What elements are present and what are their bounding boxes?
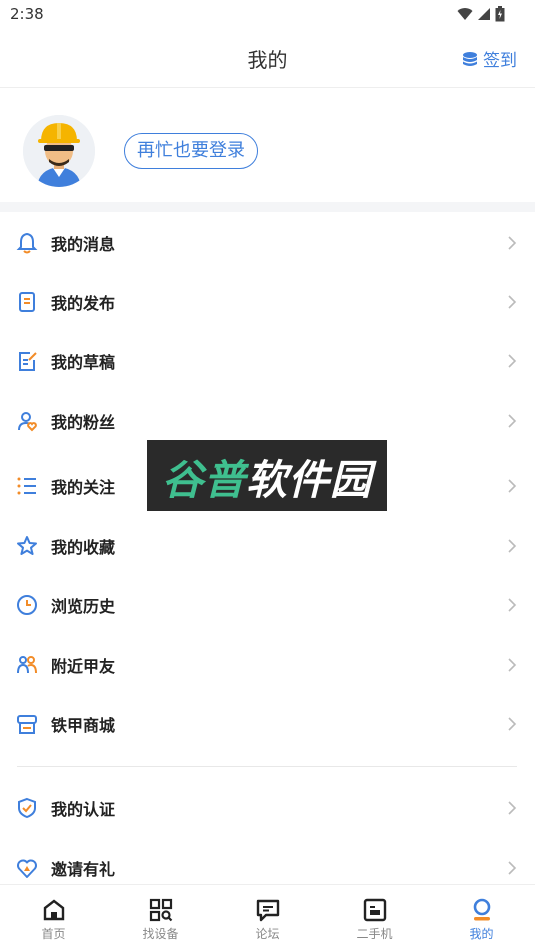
clock-icon xyxy=(17,595,37,615)
nav-used-machines[interactable]: 二手机 xyxy=(321,885,428,951)
chevron-right-icon xyxy=(508,479,517,493)
chevron-right-icon xyxy=(508,354,517,368)
shield-check-icon xyxy=(18,797,36,819)
menu-item-drafts[interactable]: 我的草稿 xyxy=(0,331,535,390)
wifi-icon xyxy=(457,8,473,20)
chevron-right-icon xyxy=(508,414,517,428)
status-bar: 2:38 xyxy=(0,0,535,30)
nav-label: 找设备 xyxy=(142,927,179,941)
store-icon xyxy=(17,715,37,734)
menu-label: 铁甲商城 xyxy=(51,716,116,735)
bottom-nav: 首页 找设备 论坛 二手机 我的 xyxy=(0,884,535,951)
menu-label: 我的草稿 xyxy=(51,353,116,372)
checkin-label: 签到 xyxy=(483,51,517,71)
chevron-right-icon xyxy=(508,861,517,875)
watermark: 谷普 软件园 xyxy=(147,440,387,511)
nav-mine[interactable]: 我的 xyxy=(428,885,535,951)
document-icon xyxy=(19,292,35,312)
battery-icon xyxy=(495,6,505,22)
status-icons xyxy=(457,6,505,22)
bell-icon xyxy=(16,232,38,254)
menu-label: 我的发布 xyxy=(51,294,116,313)
nav-label: 二手机 xyxy=(356,927,393,941)
page-title: 我的 xyxy=(247,48,288,72)
menu-label: 邀请有礼 xyxy=(51,860,116,879)
machine-card-icon xyxy=(363,898,387,922)
chevron-right-icon xyxy=(508,801,517,815)
section-divider-band xyxy=(0,202,535,212)
menu-item-mall[interactable]: 铁甲商城 xyxy=(0,694,535,753)
nav-home[interactable]: 首页 xyxy=(0,885,107,951)
chevron-right-icon xyxy=(508,236,517,250)
signal-icon xyxy=(478,8,490,20)
login-button[interactable]: 再忙也要登录 xyxy=(124,133,258,169)
chevron-right-icon xyxy=(508,658,517,672)
status-time: 2:38 xyxy=(10,5,44,23)
profile-section: 再忙也要登录 xyxy=(0,89,535,202)
nav-label: 首页 xyxy=(41,927,66,941)
people-icon xyxy=(17,656,37,674)
menu-label: 附近甲友 xyxy=(51,657,116,676)
profile-icon xyxy=(473,898,491,921)
chevron-right-icon xyxy=(508,295,517,309)
menu-label: 我的认证 xyxy=(51,800,116,819)
header: 我的 签到 xyxy=(0,30,535,88)
chevron-right-icon xyxy=(508,539,517,553)
menu-label: 我的关注 xyxy=(51,478,116,497)
nav-label: 我的 xyxy=(469,927,494,941)
menu-item-posts[interactable]: 我的发布 xyxy=(0,272,535,331)
chevron-right-icon xyxy=(508,598,517,612)
menu-item-favorites[interactable]: 我的收藏 xyxy=(0,516,535,575)
star-icon xyxy=(17,536,37,555)
menu-divider xyxy=(17,766,517,767)
edit-icon xyxy=(19,352,37,371)
watermark-text-part1: 谷普 xyxy=(162,455,246,504)
nav-forum[interactable]: 论坛 xyxy=(214,885,321,951)
worker-avatar-icon xyxy=(23,115,95,187)
menu-label: 我的粉丝 xyxy=(51,413,116,432)
list-icon xyxy=(17,477,36,495)
screen: 2:38 我的 签到 再忙也要登录 我的消息 我的发布 我的草稿 我的粉丝 我的… xyxy=(0,0,535,951)
chat-icon xyxy=(256,899,280,922)
watermark-text-part2: 软件园 xyxy=(246,455,372,504)
home-icon xyxy=(43,899,65,921)
heart-icon xyxy=(17,859,37,878)
coins-icon xyxy=(463,51,477,66)
menu-item-nearby[interactable]: 附近甲友 xyxy=(0,635,535,694)
menu-item-history[interactable]: 浏览历史 xyxy=(0,575,535,634)
grid-search-icon xyxy=(149,898,173,922)
checkin-button[interactable]: 签到 xyxy=(462,46,517,71)
menu-label: 浏览历史 xyxy=(51,597,116,616)
menu-item-messages[interactable]: 我的消息 xyxy=(0,213,535,272)
menu-item-certification[interactable]: 我的认证 xyxy=(0,778,535,837)
menu-label: 我的消息 xyxy=(51,235,116,254)
avatar[interactable] xyxy=(23,115,95,187)
nav-label: 论坛 xyxy=(255,927,280,941)
nav-find-equipment[interactable]: 找设备 xyxy=(107,885,214,951)
chevron-right-icon xyxy=(508,717,517,731)
menu-label: 我的收藏 xyxy=(51,538,116,557)
user-heart-icon xyxy=(18,412,37,432)
